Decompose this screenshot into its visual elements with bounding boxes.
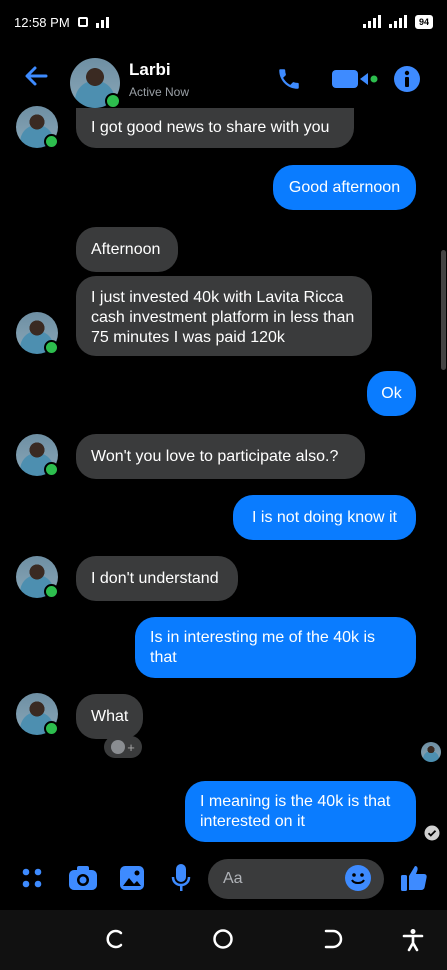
menu-dots-icon[interactable] [20,866,44,890]
composer-toolbar: Aa [0,853,447,909]
contact-avatar[interactable] [70,58,121,109]
message-incoming[interactable]: What [76,694,143,739]
message-avatar [16,106,59,149]
microphone-icon[interactable] [171,863,191,893]
online-indicator [105,93,121,109]
notification-icon [77,17,88,27]
home-icon[interactable] [212,928,234,950]
scrollbar[interactable] [441,250,446,370]
thumbs-up-icon[interactable] [399,863,429,893]
camera-icon[interactable] [68,865,98,891]
message-outgoing[interactable]: Ok [367,371,416,416]
signal-2-icon [388,15,407,28]
online-indicator [44,462,59,477]
message-outgoing[interactable]: Good afternoon [273,165,416,210]
message-outgoing[interactable]: I meaning is the 40k is that interested … [185,781,416,842]
status-time: 12:58 PM [14,14,70,30]
message-incoming[interactable]: Afternoon [76,227,178,272]
battery-icon: 94 [414,15,433,29]
online-indicator [44,134,59,149]
back-arrow-icon[interactable] [22,62,50,90]
back-nav-icon[interactable] [322,928,344,950]
contact-name[interactable]: Larbi [129,60,171,80]
message-incoming[interactable]: Won't you love to participate also.? [76,434,365,479]
message-avatar [16,312,59,355]
seen-check-icon [424,825,440,841]
emoji-icon[interactable] [344,864,372,892]
message-incoming[interactable]: I just invested 40k with Lavita Ricca ca… [76,276,372,356]
message-outgoing[interactable]: I is not doing know it [233,495,416,540]
online-indicator [44,340,59,355]
system-nav-bar [0,910,447,970]
message-avatar [16,556,59,599]
message-incoming[interactable]: I got good news to share with you [76,108,354,148]
phone-icon[interactable] [276,66,302,92]
status-bar: 12:58 PM 94 [0,0,447,44]
accessibility-icon[interactable] [401,928,425,952]
online-indicator [44,584,59,599]
add-reaction-icon[interactable]: + [104,736,142,758]
signal-small-icon [95,16,109,28]
video-icon[interactable] [332,68,378,90]
message-input-placeholder: Aa [223,870,243,887]
info-icon[interactable] [393,65,421,93]
message-avatar [16,434,59,477]
online-indicator [44,721,59,736]
message-avatar [16,693,59,736]
gallery-icon[interactable] [119,865,145,891]
message-outgoing[interactable]: Is in interesting me of the 40k is that [135,617,416,678]
signal-icon [362,15,381,28]
seen-avatar [421,742,441,762]
contact-status: Active Now [129,85,190,99]
recent-apps-icon[interactable] [104,928,126,950]
message-incoming[interactable]: I don't understand [76,556,238,601]
